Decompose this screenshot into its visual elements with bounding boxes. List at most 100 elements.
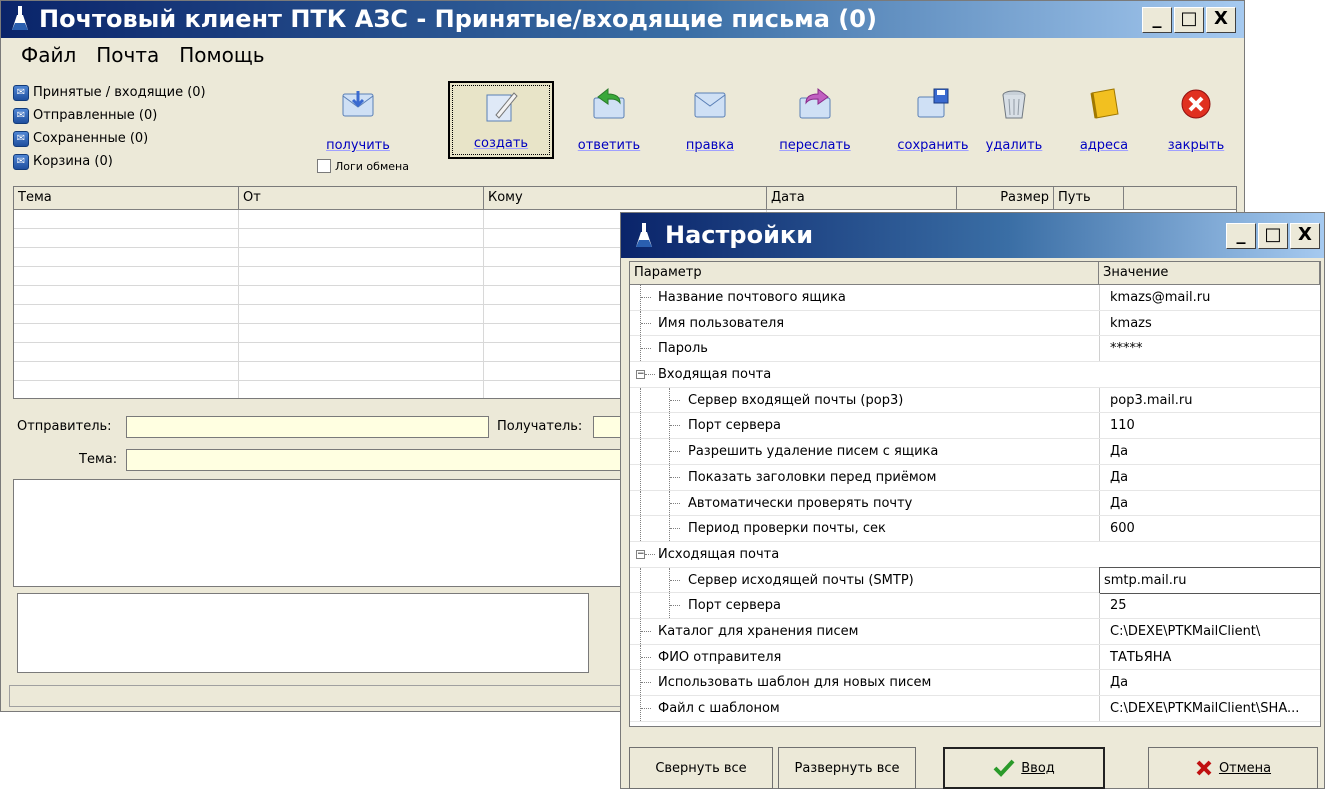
column-to[interactable]: Кому — [484, 187, 767, 209]
setting-name: ФИО отправителя — [658, 649, 782, 665]
ok-button[interactable]: Ввод — [943, 747, 1105, 789]
minimize-button[interactable]: _ — [1142, 7, 1172, 33]
collapse-toggle-icon[interactable]: − — [636, 549, 645, 559]
edit-button[interactable]: правка — [668, 81, 752, 159]
log-checkbox[interactable]: Логи обмена — [317, 159, 409, 173]
menu-mail[interactable]: Почта — [88, 38, 171, 72]
setting-value[interactable]: C:\DEXE\PTKMailClient\SHA... — [1099, 696, 1320, 721]
minimize-button[interactable]: _ — [1226, 223, 1256, 249]
setting-value[interactable]: 25 — [1099, 593, 1320, 618]
setting-value[interactable]: kmazs@mail.ru — [1099, 285, 1320, 310]
settings-row[interactable]: Файл с шаблоном C:\DEXE\PTKMailClient\SHA… — [630, 696, 1320, 722]
settings-row[interactable]: − Исходящая почта — [630, 542, 1320, 568]
setting-value[interactable]: C:\DEXE\PTKMailClient\ — [1099, 618, 1320, 644]
setting-value[interactable]: pop3.mail.ru — [1099, 387, 1320, 413]
column-date[interactable]: Дата — [767, 187, 957, 209]
main-title: Почтовый клиент ПТК АЗС - Принятые/входя… — [39, 5, 877, 33]
tree-line — [670, 425, 680, 427]
setting-name: Сервер входящей почты (pop3) — [688, 392, 904, 408]
delete-label: удалить — [985, 138, 1043, 153]
menu-help[interactable]: Помощь — [171, 38, 276, 72]
forward-button[interactable]: переслать — [768, 81, 862, 159]
maximize-button[interactable]: □ — [1174, 7, 1204, 33]
setting-value[interactable]: Да — [1099, 490, 1320, 516]
subject-label: Тема: — [79, 452, 118, 467]
close-circle-icon — [1181, 89, 1211, 119]
tree-line — [641, 630, 651, 632]
forward-label: переслать — [779, 138, 851, 153]
reply-button[interactable]: ответить — [567, 81, 651, 159]
column-size[interactable]: Размер — [957, 187, 1054, 209]
settings-row[interactable]: Показать заголовки перед приёмом Да — [630, 464, 1320, 491]
settings-row[interactable]: ФИО отправителя ТАТЬЯНА — [630, 644, 1320, 671]
tree-line — [669, 413, 670, 439]
menu-file[interactable]: Файл — [13, 38, 88, 72]
close-app-button[interactable]: закрыть — [1158, 81, 1234, 159]
setting-name: Входящая почта — [658, 367, 772, 383]
sender-field[interactable] — [126, 416, 489, 438]
collapse-all-label: Свернуть все — [655, 760, 747, 776]
settings-table: Параметр Значение Название почтового ящи… — [629, 261, 1321, 727]
setting-value[interactable]: 110 — [1099, 413, 1320, 439]
settings-row[interactable]: Сервер входящей почты (pop3) pop3.mail.ru — [630, 387, 1320, 414]
checkbox-box[interactable] — [317, 159, 331, 173]
settings-row[interactable]: Порт сервера 25 — [630, 593, 1320, 619]
setting-value-editor[interactable]: smtp.mail.ru — [1099, 566, 1320, 594]
settings-row[interactable]: Разрешить удаление писем с ящика Да — [630, 439, 1320, 465]
maximize-button[interactable]: □ — [1258, 223, 1288, 249]
settings-row[interactable]: − Входящая почта — [630, 362, 1320, 388]
settings-row[interactable]: Автоматически проверять почту Да — [630, 490, 1320, 517]
tree-line — [640, 490, 641, 516]
settings-row[interactable]: Период проверки почты, сек 600 — [630, 516, 1320, 542]
settings-row[interactable]: Пароль ***** — [630, 336, 1320, 363]
addresses-button[interactable]: адреса — [1071, 81, 1137, 159]
delete-button[interactable]: удалить — [977, 81, 1051, 159]
folder-saved[interactable]: ✉ Сохраненные (0) — [13, 127, 298, 150]
column-param[interactable]: Параметр — [630, 262, 1099, 284]
column-subject[interactable]: Тема — [14, 187, 239, 209]
column-from[interactable]: От — [239, 187, 484, 209]
setting-value[interactable]: ТАТЬЯНА — [1099, 644, 1320, 670]
setting-value[interactable]: Да — [1099, 670, 1320, 695]
setting-name: Файл с шаблоном — [658, 701, 780, 716]
message-body[interactable] — [13, 479, 627, 587]
cross-icon — [1196, 760, 1212, 776]
settings-row[interactable]: Название почтового ящика kmazs@mail.ru — [630, 285, 1320, 311]
setting-value[interactable]: ***** — [1099, 336, 1320, 362]
expand-all-button[interactable]: Развернуть все — [778, 747, 916, 789]
receive-button[interactable]: получить — [317, 81, 399, 159]
address-book-icon — [1090, 88, 1119, 119]
setting-value[interactable]: Да — [1099, 464, 1320, 490]
column-path[interactable]: Путь — [1054, 187, 1124, 209]
settings-row[interactable]: Использовать шаблон для новых писем Да — [630, 670, 1320, 696]
folder-trash[interactable]: ✉ Корзина (0) — [13, 150, 298, 173]
settings-row[interactable]: Каталог для хранения писем C:\DEXE\PTKMai… — [630, 618, 1320, 645]
attachments-area[interactable] — [17, 593, 589, 673]
settings-row[interactable]: Сервер исходящей почты (SMTP) smtp.mail.r… — [630, 566, 1320, 594]
mail-folder-icon: ✉ — [13, 84, 29, 101]
create-button[interactable]: создать — [448, 81, 554, 159]
setting-name: Автоматически проверять почту — [688, 495, 913, 511]
cancel-button[interactable]: Отмена — [1148, 747, 1318, 789]
main-titlebar[interactable]: Почтовый клиент ПТК АЗС - Принятые/входя… — [1, 1, 1244, 38]
tree-line — [669, 439, 670, 464]
setting-name: Каталог для хранения писем — [658, 623, 859, 639]
column-value[interactable]: Значение — [1099, 262, 1320, 284]
settings-titlebar[interactable]: Настройки _ □ X — [621, 213, 1324, 258]
close-app-label: закрыть — [1167, 138, 1225, 153]
setting-value[interactable]: kmazs — [1099, 310, 1320, 336]
tree-line — [640, 593, 641, 618]
settings-title: Настройки — [665, 221, 814, 249]
settings-row[interactable]: Порт сервера 110 — [630, 413, 1320, 440]
close-button[interactable]: X — [1206, 7, 1236, 33]
setting-value[interactable]: 600 — [1099, 516, 1320, 541]
folder-inbox[interactable]: ✉ Принятые / входящие (0) — [13, 81, 298, 104]
close-button[interactable]: X — [1290, 223, 1320, 249]
collapse-toggle-icon[interactable]: − — [636, 370, 645, 380]
subject-field[interactable] — [126, 449, 629, 471]
folder-sent[interactable]: ✉ Отправленные (0) — [13, 104, 298, 127]
settings-row[interactable]: Имя пользователя kmazs — [630, 310, 1320, 337]
setting-value[interactable]: Да — [1099, 439, 1320, 464]
save-button[interactable]: сохранить — [891, 81, 975, 159]
collapse-all-button[interactable]: Свернуть все — [629, 747, 773, 789]
